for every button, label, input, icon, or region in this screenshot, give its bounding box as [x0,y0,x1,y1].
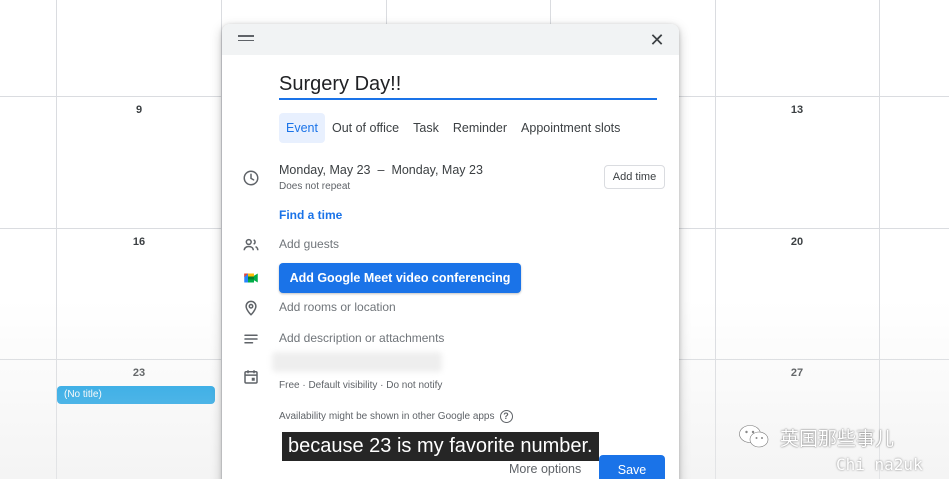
add-time-button[interactable]: Add time [604,165,665,189]
google-meet-icon [242,269,260,287]
repeat-setting[interactable]: Does not repeat [279,181,350,192]
watermark-title: 英国那些事儿 [780,428,895,450]
location-pin-icon [242,299,260,317]
day-number[interactable]: 20 [782,236,812,248]
drag-handle-icon[interactable] [238,35,254,45]
tab-event[interactable]: Event [279,113,325,143]
availability-note: Availability might be shown in other Goo… [279,410,513,423]
start-date[interactable]: Monday, May 23 [279,163,370,177]
description-field[interactable]: Add description or attachments [279,331,444,345]
dialog-header[interactable]: ✕ [222,24,679,55]
help-icon[interactable]: ? [499,410,513,423]
grid-column-line [715,0,716,479]
calendar-event-chip[interactable]: (No title) [57,386,215,404]
day-number[interactable]: 13 [782,104,812,116]
video-subtitle: because 23 is my favorite number. [282,432,599,461]
availability-note-text: Availability might be shown in other Goo… [279,411,495,422]
watermark-subtitle: Chi na2uk [836,455,923,474]
tab-task[interactable]: Task [406,113,446,143]
description-icon [242,330,260,348]
people-icon [242,236,260,254]
event-title-input[interactable]: Surgery Day!! [279,71,657,100]
add-guests-field[interactable]: Add guests [279,237,339,251]
tab-reminder[interactable]: Reminder [446,113,514,143]
wechat-logo-icon [738,424,770,450]
end-date[interactable]: Monday, May 23 [391,163,482,177]
location-field[interactable]: Add rooms or location [279,300,396,314]
save-button[interactable]: Save [599,455,665,479]
day-number[interactable]: 23 [124,367,154,379]
day-number[interactable]: 9 [124,104,154,116]
event-date-range[interactable]: Monday, May 23– Monday, May 23 [279,163,483,177]
date-separator: – [377,163,385,177]
day-number[interactable]: 16 [124,236,154,248]
close-icon[interactable]: ✕ [647,30,667,50]
calendar-visibility-settings[interactable]: Free · Default visibility · Do not notif… [279,380,442,391]
quick-event-dialog: ✕ Surgery Day!! Event Out of office Task… [222,24,679,479]
event-type-tabs: Event Out of office Task Reminder Appoin… [279,113,627,143]
tab-out-of-office[interactable]: Out of office [325,113,406,143]
add-google-meet-button[interactable]: Add Google Meet video conferencing [279,263,521,293]
calendar-icon [242,368,260,386]
calendar-owner-blurred [272,352,442,372]
day-number[interactable]: 27 [782,367,812,379]
more-options-button[interactable]: More options [509,462,581,476]
tab-appointment-slots[interactable]: Appointment slots [514,113,627,143]
find-a-time-link[interactable]: Find a time [279,208,342,222]
clock-icon [242,169,260,187]
grid-column-line [879,0,880,479]
grid-column-line [56,0,57,479]
